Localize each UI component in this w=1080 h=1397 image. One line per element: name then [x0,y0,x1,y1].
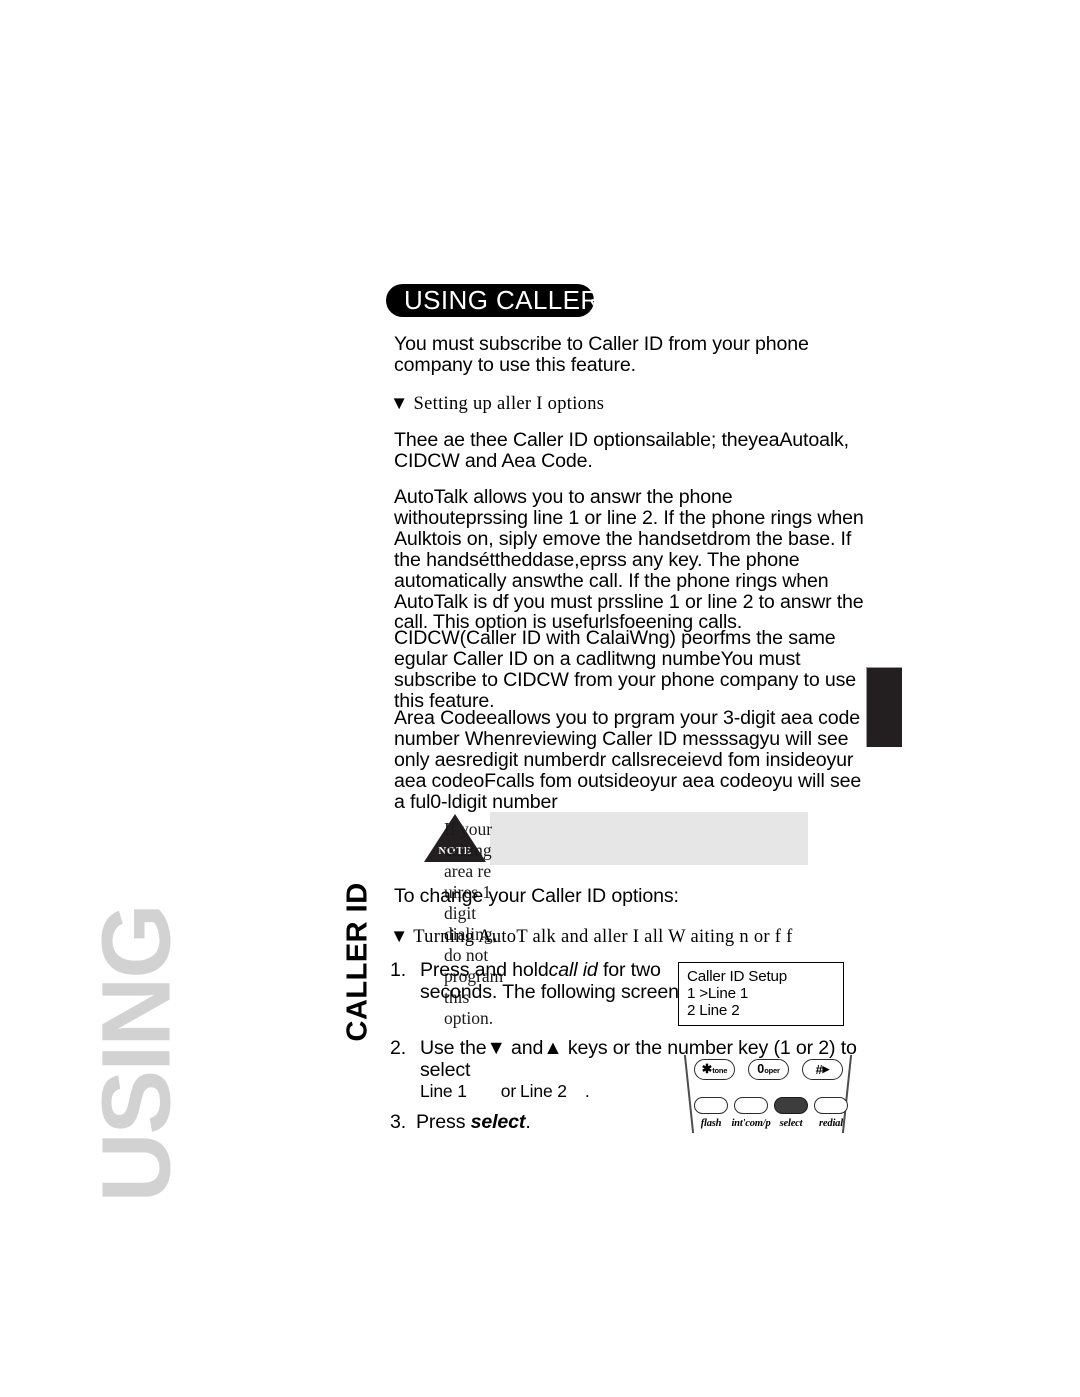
manual-page: USING CALLER ID USING CALLER ID You must… [0,0,1080,1397]
key-pound-next: #▶ [802,1059,843,1080]
arrow-down-icon: ▼ [486,1037,506,1059]
step-1-line1-b: for two [597,959,661,981]
step-1-line1-a: Press and hold [420,959,549,981]
paragraph-to-change: To change your Caller ID options: [394,885,679,907]
step-1: 1. Press and holdcall id for two seconds.… [390,959,754,1003]
key-star-tone-label: ✱tone [701,1062,728,1076]
key-pound-main: # [815,1063,823,1077]
key-star-tone-sub: tone [712,1066,728,1075]
lcd-line-title: Caller ID Setup [687,968,787,985]
step-2-number: 2. [390,1037,407,1059]
step-3-text: Press select. [416,1111,856,1134]
subheading-turning-on-off: ▼ Turning AutoT alk and aller I all W ai… [390,927,793,947]
lcd-line-option-2: 2 Line 2 [687,1002,740,1019]
step-3-text-b: . [525,1111,531,1133]
page-title: USING CALLER ID [404,285,594,315]
arrow-right-icon: ▶ [822,1064,830,1074]
sidebar-section-label: CALLER ID [341,882,374,1042]
step-3-text-a: Press [416,1111,471,1133]
step-1-call-id-key: call id [548,959,598,981]
key-zero-oper-sub: oper [764,1066,780,1075]
key-pound-label: #▶ [803,1062,842,1077]
paragraph-autotalk: AutoTalk allows you to answr the phone w… [394,486,864,634]
section-header-banner: USING CALLER ID [386,284,594,317]
key-zero-oper: 0oper [748,1059,789,1080]
key-zero-oper-label: 0oper [749,1062,788,1078]
note-box [490,812,808,865]
step-2-line2-b: or [500,1081,517,1101]
lcd-line-option-1: 1 >Line 1 [687,985,749,1002]
step-2-line1-b: and [505,1037,544,1059]
arrow-up-icon: ▲ [543,1037,563,1059]
step-2-line2-c: Line 2 [520,1081,567,1101]
step-3-number: 3. [390,1111,407,1133]
key-star-tone: ✱tone [694,1059,735,1080]
intro-paragraph: You must subscribe to Caller ID from you… [394,333,809,376]
step-2-line2-d: . [584,1081,590,1101]
edge-thumb-tab [866,667,902,747]
step-2-line1-a: Use the [420,1037,487,1059]
paragraph-area-code: Area Codeeallows you to prgram your 3-di… [394,707,862,813]
step-3-select-key: select [470,1111,526,1133]
lcd-screen: Caller ID Setup 1 >Line 1 2 Line 2 [678,962,844,1026]
paragraph-options-intro: Thee ae thee Caller ID optionsailable; t… [394,429,849,472]
subheading-setting-up: ▼ Setting up aller I options [390,394,605,414]
step-3: 3. Press select. [390,1111,690,1134]
sidebar-ghost-word: USING [81,905,191,1203]
step-1-number: 1. [390,959,407,981]
step-2-line2-a: Line 1 [420,1081,467,1101]
paragraph-cidcw: CIDCW(Caller ID with CalaiWng) peorfms t… [394,627,857,712]
